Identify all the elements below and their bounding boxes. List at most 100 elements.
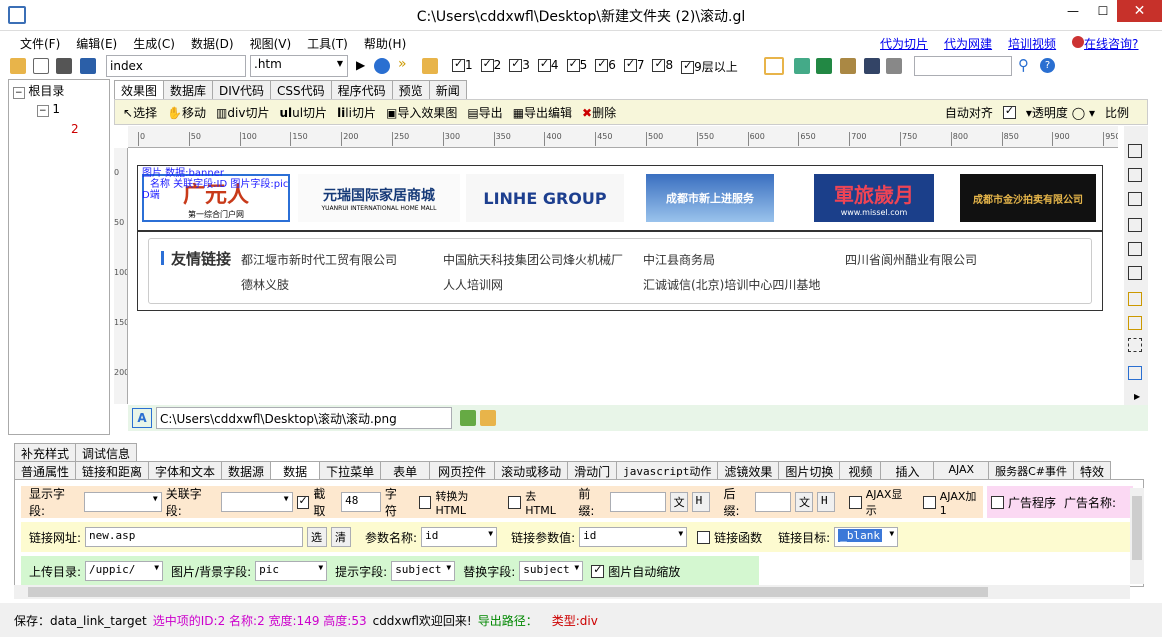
rep-field-select[interactable]: subject ▼ (519, 561, 584, 581)
font-a-icon[interactable]: A (132, 408, 152, 428)
tab-preview[interactable]: 预览 (391, 80, 430, 100)
folder-icon[interactable] (422, 58, 438, 74)
level-3-checkbox[interactable]: 3 (509, 57, 530, 75)
forward-icon[interactable]: » (398, 56, 407, 72)
tab-effects[interactable]: 特效 (1073, 461, 1112, 481)
autoscale-checkbox[interactable] (591, 563, 605, 578)
filename-input[interactable] (106, 55, 246, 77)
tab-datasource[interactable]: 数据源 (221, 461, 272, 481)
tool-icon-4[interactable] (864, 58, 880, 74)
save-icon[interactable] (80, 58, 96, 74)
tool-import[interactable]: ▣导入效果图 (386, 104, 457, 121)
align-bottom-icon[interactable] (1128, 192, 1142, 206)
opacity-control[interactable]: ▾透明度 ◯ ▾ (1026, 104, 1095, 121)
ajax-add-checkbox[interactable] (922, 495, 936, 509)
friend-link-2[interactable]: 中国航天科技集团公司烽火机械厂 (443, 251, 623, 268)
spacing-icon[interactable] (1128, 292, 1142, 306)
tab-dropdown[interactable]: 下拉菜单 (319, 461, 382, 481)
tab-ajax[interactable]: AJAX (933, 461, 990, 481)
open-folder-icon[interactable] (10, 58, 26, 74)
design-canvas[interactable]: 广元人 第一综合门户网 图片 数据:banner 名称 关联字段:ID 图片字段:p… (129, 148, 1119, 404)
level-1-checkbox[interactable]: 1 (452, 57, 473, 75)
align-top-icon[interactable] (1128, 144, 1142, 158)
level-5-checkbox[interactable]: 5 (566, 57, 587, 75)
menu-data[interactable]: 数据(D) (191, 35, 234, 52)
upload-select[interactable]: /uppic/▼ (85, 561, 164, 581)
browse-icon[interactable] (460, 410, 476, 426)
tool-icon-5[interactable] (886, 58, 902, 74)
tool-li[interactable]: lili切片 (337, 104, 376, 121)
prefix-wen-button[interactable]: 文 (669, 492, 688, 512)
search-icon[interactable]: ⚲ (1018, 56, 1029, 74)
tab-css[interactable]: CSS代码 (270, 80, 332, 100)
no-html-checkbox[interactable] (508, 495, 522, 509)
prefix-h-button[interactable]: H (691, 492, 710, 512)
scroll-right-button[interactable]: ▶ (1134, 392, 1140, 401)
tool-export-edit[interactable]: ▦导出编辑 (513, 104, 572, 121)
align-left-icon[interactable] (1128, 218, 1142, 232)
props-vscroll[interactable] (1130, 488, 1144, 584)
ratio-control[interactable]: 比例 (1105, 104, 1129, 121)
save-all-icon[interactable] (56, 58, 72, 74)
auto-align-checkbox[interactable] (1002, 104, 1016, 119)
maximize-button[interactable]: ☐ (1088, 0, 1118, 22)
level-9-checkbox[interactable]: 9层以上 (681, 58, 738, 75)
tab-js[interactable]: javascript动作 (616, 461, 719, 481)
menu-tools[interactable]: 工具(T) (307, 35, 348, 52)
tree-node-2[interactable]: 2 (71, 122, 79, 136)
search-input[interactable] (914, 56, 1012, 76)
tool-ul[interactable]: ulul切片 (279, 104, 327, 121)
link-func-checkbox[interactable] (697, 530, 711, 544)
align-middle-icon[interactable] (1128, 168, 1142, 182)
tab-code[interactable]: 程序代码 (330, 80, 393, 100)
link-clear-button[interactable]: 清 (331, 527, 352, 547)
tab-database[interactable]: 数据库 (163, 80, 214, 100)
level-4-checkbox[interactable]: 4 (537, 57, 559, 75)
tab-controls[interactable]: 网页控件 (429, 461, 496, 481)
link-target-select[interactable]: _blank ▼ (834, 527, 899, 547)
minimize-button[interactable]: — (1058, 0, 1088, 22)
tab-server[interactable]: 服务器C#事件 (988, 461, 1074, 481)
tab-effect[interactable]: 效果图 (114, 80, 165, 100)
link-consult[interactable]: 在线咨询? (1072, 35, 1138, 52)
img-field-select[interactable]: pic ▼ (255, 561, 328, 581)
suffix-h-button[interactable]: H (817, 492, 835, 512)
ad-program-checkbox[interactable] (991, 495, 1004, 509)
menu-view[interactable]: 视图(V) (250, 35, 292, 52)
to-html-checkbox[interactable] (418, 495, 432, 509)
tree-layout-icon[interactable] (1128, 366, 1142, 380)
friend-link-5[interactable]: 德林义肢 (241, 276, 289, 293)
layout-icon[interactable] (764, 57, 784, 75)
level-6-checkbox[interactable]: 6 (595, 57, 616, 75)
friend-link-4[interactable]: 四川省阆州醋业有限公司 (845, 251, 977, 268)
props-hscroll[interactable] (14, 585, 1130, 599)
tab-imgswitch[interactable]: 图片切换 (778, 461, 841, 481)
suffix-wen-button[interactable]: 文 (795, 492, 813, 512)
menu-file[interactable]: 文件(F) (20, 35, 60, 52)
level-7-checkbox[interactable]: 7 (623, 57, 644, 75)
link-url-input[interactable]: new.asp (85, 527, 304, 547)
friend-link-6[interactable]: 人人培训网 (443, 276, 503, 293)
tab-filter[interactable]: 滤镜效果 (717, 461, 780, 481)
menu-edit[interactable]: 编辑(E) (76, 35, 117, 52)
ajax-show-checkbox[interactable] (848, 495, 862, 509)
menu-generate[interactable]: 生成(C) (133, 35, 175, 52)
tab-form[interactable]: 表单 (380, 461, 431, 481)
tab-video[interactable]: 视频 (839, 461, 882, 481)
tab-div[interactable]: DIV代码 (212, 80, 272, 100)
tab-link-distance[interactable]: 链接和距离 (75, 461, 150, 481)
tab-general[interactable]: 普通属性 (14, 461, 77, 481)
tab-news[interactable]: 新闻 (428, 80, 467, 100)
help-icon[interactable]: ? (1040, 58, 1055, 73)
link-slice[interactable]: 代为切片 (880, 35, 928, 52)
tool-icon-2[interactable] (816, 58, 832, 74)
link-train[interactable]: 培训视频 (1008, 35, 1056, 52)
tab-debug[interactable]: 调试信息 (75, 443, 138, 463)
rel-field-select[interactable]: ▼ (221, 492, 293, 512)
extension-select[interactable]: .htm ▼ (250, 55, 348, 77)
tab-slidedoor[interactable]: 滑动门 (567, 461, 618, 481)
cut-length-input[interactable]: 48 (341, 492, 381, 512)
tool-icon-3[interactable] (840, 58, 856, 74)
banner-box[interactable]: 广元人 第一综合门户网 图片 数据:banner 名称 关联字段:ID 图片字段:p… (137, 165, 1103, 231)
prefix-input[interactable] (610, 492, 666, 512)
